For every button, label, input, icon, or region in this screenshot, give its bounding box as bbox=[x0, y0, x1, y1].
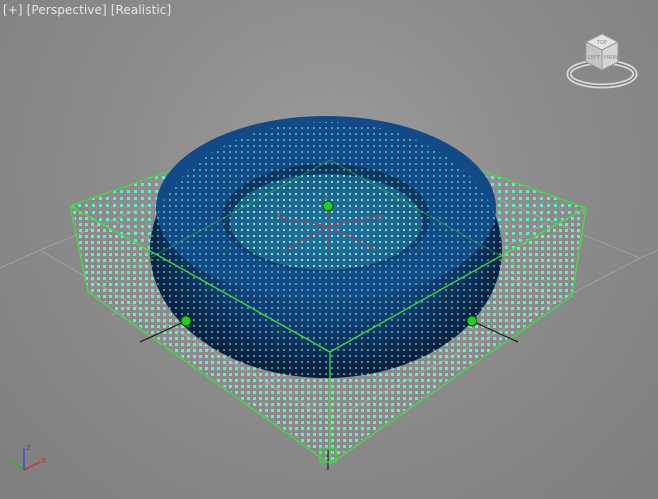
scene-canvas[interactable]: x y z bbox=[0, 0, 658, 499]
viewport-view-menu[interactable]: [Perspective] bbox=[27, 3, 107, 17]
axis-y-line bbox=[13, 461, 25, 471]
perspective-viewport[interactable]: x y z [+] [Perspective] [Realistic] TOP … bbox=[0, 0, 658, 499]
viewcube[interactable]: TOP LEFT FRONT bbox=[566, 30, 638, 90]
viewcube-top-label: TOP bbox=[596, 40, 607, 46]
axis-y-label: y bbox=[8, 457, 14, 467]
gizmo-label-y: y bbox=[276, 209, 282, 219]
axis-x-label: x bbox=[41, 456, 47, 466]
viewcube-left-label: LEFT bbox=[588, 55, 601, 61]
handle-left[interactable] bbox=[180, 315, 192, 327]
axis-tripod: x y z bbox=[8, 443, 47, 471]
handle-right[interactable] bbox=[466, 315, 478, 327]
handle-top[interactable] bbox=[322, 200, 334, 212]
viewport-label-menu: [+] [Perspective] [Realistic] bbox=[3, 3, 171, 17]
torus-object[interactable] bbox=[150, 116, 502, 378]
axis-z-label: z bbox=[26, 443, 31, 453]
viewport-shading-menu[interactable]: [Realistic] bbox=[111, 3, 172, 17]
viewcube-front-label: FRONT bbox=[604, 55, 622, 61]
gizmo-label-x: x bbox=[378, 213, 384, 223]
axis-x-line bbox=[23, 461, 41, 471]
viewport-plus-menu[interactable]: [+] bbox=[3, 3, 23, 17]
